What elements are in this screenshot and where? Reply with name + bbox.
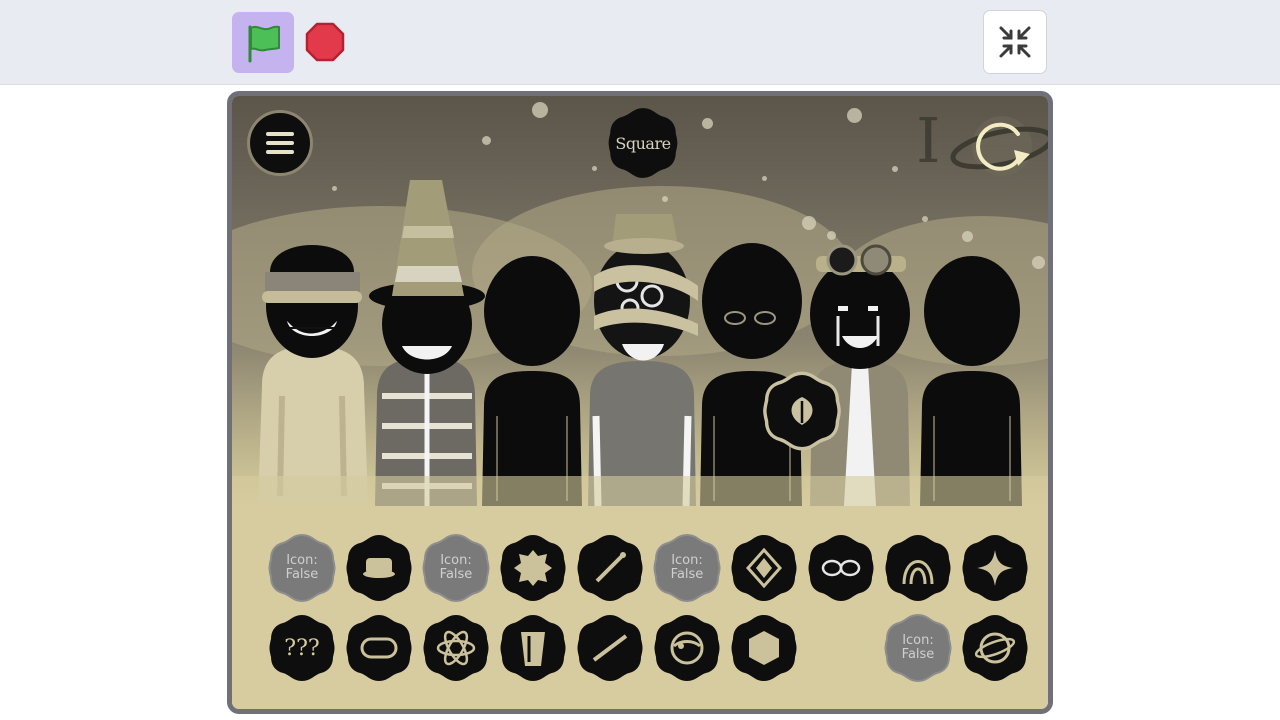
rotate-arrow-icon xyxy=(950,116,1048,176)
sparkle-icon-glyph xyxy=(977,550,1013,586)
capsule-icon-glyph xyxy=(360,637,398,659)
atom-icon-glyph xyxy=(436,630,476,666)
icon-false-label: Icon: False xyxy=(285,553,319,582)
mode-label: Square xyxy=(615,133,671,153)
character-4[interactable] xyxy=(588,214,698,506)
sparkle-icon[interactable] xyxy=(960,533,1030,603)
atom-icon[interactable] xyxy=(421,613,491,683)
diamond-icon[interactable] xyxy=(729,533,799,603)
icon-tray: Icon: False Icon: False Icon: False ??? Ico… xyxy=(232,506,1048,709)
stick-icon-glyph xyxy=(592,634,628,662)
character-1[interactable] xyxy=(258,245,368,506)
icon-false-slot[interactable]: Icon: False xyxy=(652,533,722,603)
icon-false-label: Icon: False xyxy=(670,553,704,582)
stop-button[interactable] xyxy=(303,20,347,64)
character-slot-3-empty[interactable] xyxy=(482,256,582,506)
splat-icon-glyph xyxy=(514,550,552,586)
icon-false-slot[interactable]: Icon: False xyxy=(421,533,491,603)
icon-false-label: Icon: False xyxy=(439,553,473,582)
planet-icon[interactable] xyxy=(960,613,1030,683)
scene-background: Square I xyxy=(232,96,1048,506)
hexagon-icon-glyph xyxy=(749,631,779,665)
hexagon-icon[interactable] xyxy=(729,613,799,683)
exit-fullscreen-icon xyxy=(999,26,1031,58)
hamburger-menu-icon xyxy=(266,132,294,154)
game-stage: Square I Icon: False Icon: False Icon: Fal… xyxy=(227,91,1053,714)
leaf-glyph xyxy=(791,397,813,425)
glasses-icon-glyph xyxy=(821,559,861,577)
stick-icon[interactable] xyxy=(575,613,645,683)
splat-icon[interactable] xyxy=(498,533,568,603)
eye-icon[interactable] xyxy=(652,613,722,683)
green-flag-icon xyxy=(248,25,280,62)
reset-button[interactable] xyxy=(944,104,1048,186)
icon-false-slot[interactable]: Icon: False xyxy=(883,613,953,683)
exit-fullscreen-button[interactable] xyxy=(983,10,1047,74)
arch-icon-glyph xyxy=(902,560,934,585)
green-flag-button[interactable] xyxy=(232,12,294,73)
stop-sign-icon xyxy=(305,22,345,62)
icon-false-label: Icon: False xyxy=(901,633,935,662)
leaf-icon[interactable] xyxy=(762,371,842,451)
wand-icon-glyph xyxy=(595,552,626,583)
unknown-icon-slot[interactable]: ??? xyxy=(267,613,337,683)
eye-icon-glyph xyxy=(670,631,704,665)
hat-icon[interactable] xyxy=(344,533,414,603)
version-numeral: I xyxy=(916,104,941,177)
cup-icon-glyph xyxy=(521,632,545,666)
toolbar xyxy=(0,0,1280,85)
planet-icon-glyph xyxy=(974,632,1016,664)
mode-badge[interactable]: Square xyxy=(606,106,680,180)
diamond-icon-glyph xyxy=(745,547,783,589)
menu-button[interactable] xyxy=(247,110,313,176)
arch-icon[interactable] xyxy=(883,533,953,603)
unknown-label: ??? xyxy=(284,635,320,661)
character-slot-7-empty[interactable] xyxy=(920,256,1022,506)
capsule-icon[interactable] xyxy=(344,613,414,683)
glasses-icon[interactable] xyxy=(806,533,876,603)
cup-icon[interactable] xyxy=(498,613,568,683)
wand-icon[interactable] xyxy=(575,533,645,603)
icon-false-slot[interactable]: Icon: False xyxy=(267,533,337,603)
hat-icon-glyph xyxy=(363,558,395,578)
character-2[interactable] xyxy=(369,180,485,506)
